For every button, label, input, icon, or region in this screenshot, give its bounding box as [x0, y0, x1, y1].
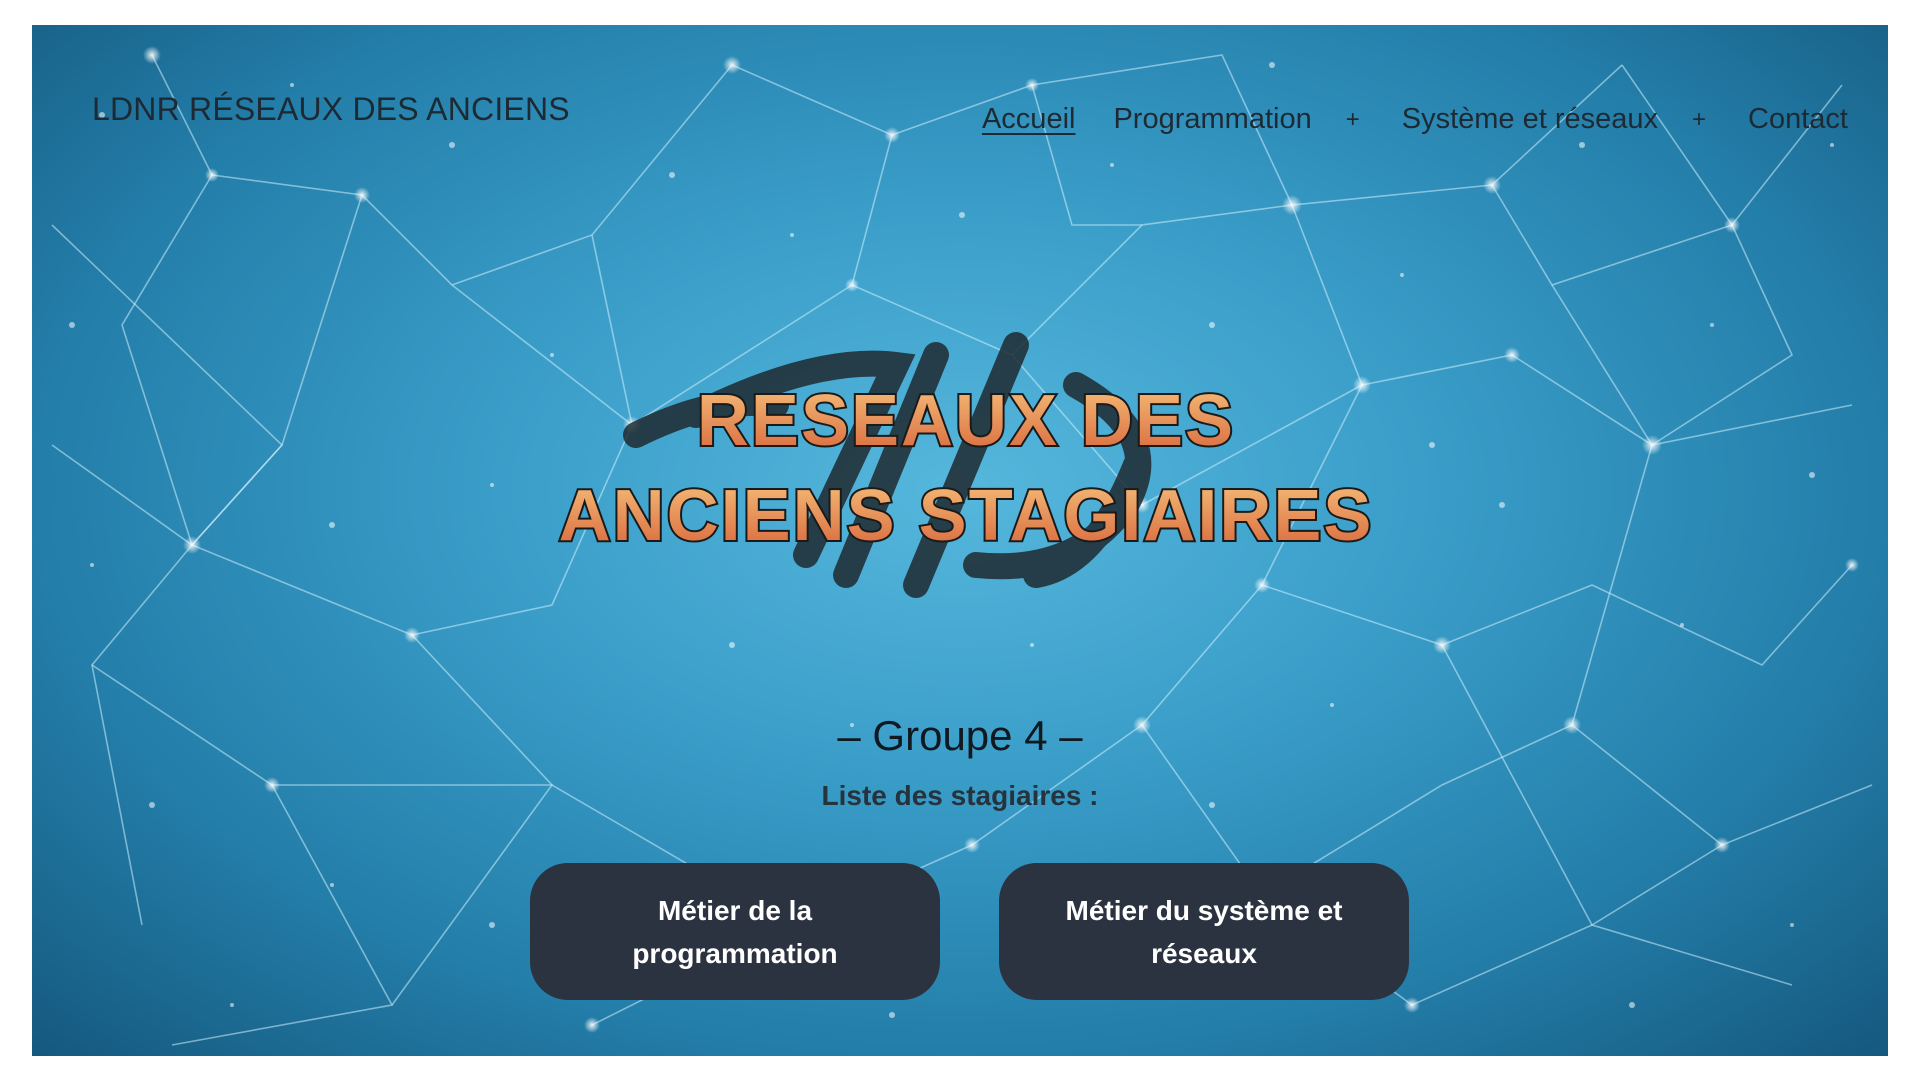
- programmation-submenu-plus-icon[interactable]: +: [1346, 106, 1360, 134]
- logo-line-1: RESEAUX DES: [697, 381, 1235, 461]
- trainee-list-label: Liste des stagiaires :: [821, 780, 1099, 811]
- nav-item-programmation[interactable]: Programmation: [1113, 103, 1311, 136]
- nav-item-contact[interactable]: Contact: [1748, 103, 1848, 136]
- systeme-submenu-plus-icon[interactable]: +: [1692, 106, 1706, 134]
- logo-line-2: ANCIENS STAGIAIRES: [559, 476, 1374, 556]
- site-logo: RESEAUX DES ANCIENS STAGIAIRES: [516, 325, 1416, 635]
- site-title[interactable]: LDNR RÉSEAUX DES ANCIENS: [92, 91, 570, 128]
- nav-item-accueil[interactable]: Accueil: [982, 103, 1076, 136]
- metier-programmation-button[interactable]: Métier de la programmation: [530, 863, 940, 1000]
- page: LDNR RÉSEAUX DES ANCIENS Accueil Program…: [32, 25, 1888, 1056]
- nav-item-systeme-reseaux[interactable]: Système et réseaux: [1402, 103, 1658, 136]
- main-nav: Accueil Programmation + Système et résea…: [982, 103, 1848, 136]
- group-title: – Groupe 4 –: [837, 711, 1083, 759]
- metier-systeme-reseaux-button[interactable]: Métier du système et réseaux: [999, 863, 1409, 1000]
